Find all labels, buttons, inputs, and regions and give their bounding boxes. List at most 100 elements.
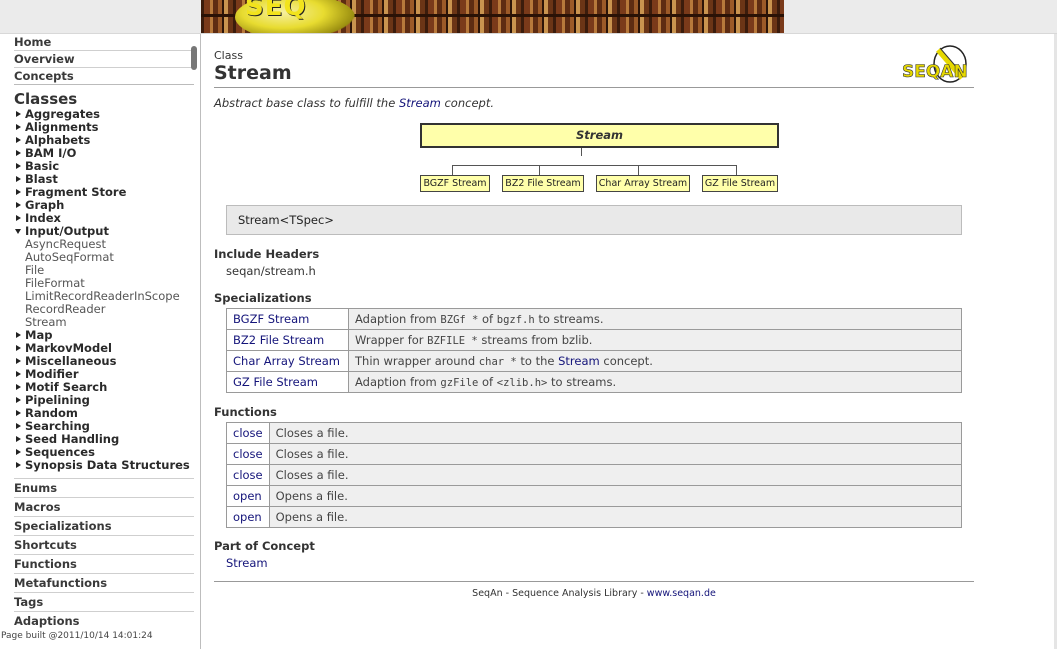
footer-divider	[214, 581, 974, 582]
banner-logo-text: SEQ	[245, 0, 307, 22]
include-header-value: seqan/stream.h	[226, 264, 316, 278]
page-footer: SeqAn - Sequence Analysis Library - www.…	[214, 588, 974, 599]
collapsed-triangle-icon[interactable]	[16, 410, 21, 416]
main-content: Class Stream SEQAN Abstract base class t…	[214, 45, 974, 599]
tree-item-label[interactable]: Pipelining	[25, 393, 90, 407]
function-desc: Opens a file.	[268, 506, 963, 528]
sidebar-classes-heading[interactable]: Classes	[14, 90, 200, 108]
collapsed-triangle-icon[interactable]	[16, 189, 21, 195]
function-desc: Closes a file.	[268, 443, 963, 465]
sidebar-link-metafunctions[interactable]: Metafunctions	[14, 573, 194, 592]
diagram-child-gz-file-stream[interactable]: GZ File Stream	[702, 175, 778, 192]
tree-item-label[interactable]: Motif Search	[25, 380, 107, 394]
specializations-heading: Specializations	[214, 291, 312, 305]
collapsed-triangle-icon[interactable]	[16, 462, 21, 468]
sidebar-link-enums[interactable]: Enums	[14, 478, 194, 497]
specialization-desc: Adaption from BZGf * of bgzf.h to stream…	[348, 308, 962, 330]
concept-stream-link[interactable]: Stream	[558, 354, 600, 368]
sidebar-link-macros[interactable]: Macros	[14, 497, 194, 516]
collapsed-triangle-icon[interactable]	[16, 215, 21, 221]
collapsed-triangle-icon[interactable]	[16, 436, 21, 442]
diagram-root-stream[interactable]: Stream	[420, 123, 779, 148]
sidebar-scrollbar-thumb[interactable]	[191, 46, 197, 70]
seqan-logo-icon[interactable]: SEQAN	[900, 44, 974, 90]
summary-stream-link[interactable]: Stream	[399, 96, 441, 110]
tree-item-synopsis-data-structures[interactable]: Synopsis Data Structures	[14, 459, 200, 472]
collapsed-triangle-icon[interactable]	[16, 202, 21, 208]
specializations-table: BGZF Stream Adaption from BZGf * of bgzf…	[226, 308, 962, 393]
summary-text-end: concept.	[440, 96, 494, 110]
collapsed-triangle-icon[interactable]	[16, 111, 21, 117]
banner-image: SEQ	[201, 0, 784, 33]
tree-item-label[interactable]: Map	[25, 328, 52, 342]
collapsed-triangle-icon[interactable]	[16, 176, 21, 182]
tree-item-label[interactable]: MarkovModel	[25, 341, 112, 355]
specialization-link-gz-file-stream[interactable]: GZ File Stream	[226, 371, 349, 393]
tree-item-label[interactable]: Index	[25, 211, 61, 225]
collapsed-triangle-icon[interactable]	[16, 449, 21, 455]
collapsed-triangle-icon[interactable]	[16, 137, 21, 143]
tree-item-label[interactable]: Searching	[25, 419, 90, 433]
tree-item-label[interactable]: Alignments	[25, 120, 99, 134]
tree-item-label[interactable]: Graph	[25, 198, 64, 212]
tree-item-label[interactable]: Random	[25, 406, 78, 420]
entity-kind-label: Class	[214, 49, 243, 62]
table-row: close Closes a file.	[226, 464, 963, 486]
function-link-open[interactable]: open	[226, 485, 270, 507]
diagram-connector	[452, 165, 453, 175]
table-row: open Opens a file.	[226, 506, 963, 528]
collapsed-triangle-icon[interactable]	[16, 163, 21, 169]
tree-item-label[interactable]: Sequences	[25, 445, 95, 459]
tree-item-label[interactable]: Blast	[25, 172, 58, 186]
diagram-child-char-array-stream[interactable]: Char Array Stream	[596, 175, 690, 192]
sidebar-link-tags[interactable]: Tags	[14, 592, 194, 611]
specialization-link-bgzf-stream[interactable]: BGZF Stream	[226, 308, 349, 330]
specialization-link-char-array-stream[interactable]: Char Array Stream	[226, 350, 349, 372]
tree-item-label[interactable]: Fragment Store	[25, 185, 126, 199]
concept-link-stream[interactable]: Stream	[226, 556, 268, 570]
collapsed-triangle-icon[interactable]	[16, 358, 21, 364]
tree-item-label[interactable]: Basic	[25, 159, 59, 173]
tree-item-label[interactable]: Seed Handling	[25, 432, 119, 446]
tree-item-label[interactable]: Alphabets	[25, 133, 90, 147]
function-link-open[interactable]: open	[226, 506, 270, 528]
tree-item-label[interactable]: Modifier	[25, 367, 79, 381]
collapsed-triangle-icon[interactable]	[16, 397, 21, 403]
sidebar-link-home[interactable]: Home	[14, 34, 194, 51]
seqan-logo-text: SEQAN	[902, 62, 968, 82]
collapsed-triangle-icon[interactable]	[16, 124, 21, 130]
collapsed-triangle-icon[interactable]	[16, 371, 21, 377]
tree-item-label[interactable]: Input/Output	[25, 224, 109, 238]
sidebar-class-tree: Aggregates Alignments Alphabets BAM I/O …	[14, 108, 200, 472]
diagram-connector	[539, 165, 540, 175]
function-link-close[interactable]: close	[226, 464, 270, 486]
function-link-close[interactable]: close	[226, 422, 270, 444]
sidebar-link-adaptions[interactable]: Adaptions	[14, 611, 194, 630]
diagram-child-bgzf-stream[interactable]: BGZF Stream	[420, 175, 490, 192]
sidebar[interactable]: Home Overview Concepts Classes Aggregate…	[0, 34, 201, 649]
sidebar-link-shortcuts[interactable]: Shortcuts	[14, 535, 194, 554]
sidebar-link-concepts[interactable]: Concepts	[14, 68, 194, 85]
tree-item-label[interactable]: Miscellaneous	[25, 354, 116, 368]
table-row: close Closes a file.	[226, 422, 963, 444]
expanded-triangle-icon[interactable]	[15, 229, 21, 234]
tree-item-label[interactable]: BAM I/O	[25, 146, 76, 160]
collapsed-triangle-icon[interactable]	[16, 384, 21, 390]
sidebar-link-specializations[interactable]: Specializations	[14, 516, 194, 535]
function-desc: Closes a file.	[268, 464, 963, 486]
specialization-link-bz2-file-stream[interactable]: BZ2 File Stream	[226, 329, 349, 351]
collapsed-triangle-icon[interactable]	[16, 150, 21, 156]
sidebar-nav: Home Overview Concepts Classes Aggregate…	[0, 34, 200, 630]
tree-item-label[interactable]: Synopsis Data Structures	[25, 458, 190, 472]
tree-item-label[interactable]: Aggregates	[25, 107, 100, 121]
function-link-close[interactable]: close	[226, 443, 270, 465]
collapsed-triangle-icon[interactable]	[16, 345, 21, 351]
sidebar-link-functions[interactable]: Functions	[14, 554, 194, 573]
diagram-connector	[581, 148, 582, 156]
collapsed-triangle-icon[interactable]	[16, 332, 21, 338]
footer-seqan-link[interactable]: www.seqan.de	[647, 588, 716, 599]
sidebar-link-overview[interactable]: Overview	[14, 51, 194, 68]
collapsed-triangle-icon[interactable]	[16, 423, 21, 429]
diagram-child-bz2-file-stream[interactable]: BZ2 File Stream	[502, 175, 584, 192]
specialization-desc: Wrapper for BZFILE * streams from bzlib.	[348, 329, 962, 351]
